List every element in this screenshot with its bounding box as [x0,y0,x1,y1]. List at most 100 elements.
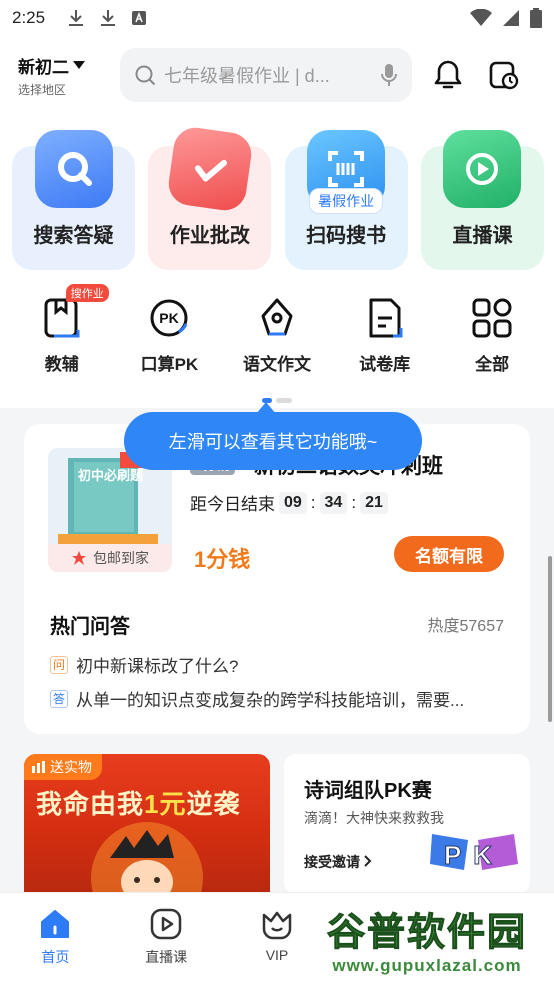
wifi-icon [470,9,492,26]
tab-label: 首页 [41,949,70,965]
scrollbar[interactable] [548,556,552,722]
feature-label: 试卷库 [359,355,411,374]
poem-pk-banner[interactable]: 诗词组队PK赛 滴滴！大神快来救救我 接受邀请 PK [284,754,530,894]
history-clock-icon [489,61,519,90]
feature-tiles: 搜索答疑 作业批改 暑假作业 扫码搜书 直播课 [12,124,544,270]
watermark-url: www.gupuxlazal.com [332,955,522,975]
tile-label: 作业批改 [169,225,250,247]
tile-label: 扫码搜书 [306,225,387,247]
qa-question[interactable]: 问 初中新课标改了什么? [50,652,500,677]
free-shipping-strip: 包邮到家 [48,544,172,572]
countdown-separator: : [351,492,357,512]
qa-text: 从单一的知识点变成复杂的跨学科技能培训，需要... [76,691,465,710]
search-icon [135,65,156,86]
feature-label: 教辅 [44,355,79,374]
hot-qa-title[interactable]: 热门问答 [50,610,130,639]
feature-label: 语文作文 [242,355,311,374]
feature-label: 全部 [475,355,510,374]
download-icon [101,10,116,26]
history-button[interactable] [484,55,524,95]
status-bar: 2:25 [0,0,554,36]
free-shipping-label: 包邮到家 [93,550,149,566]
watermark-title: 谷普软件园 [326,911,527,954]
question-mark-tag: 问 [50,655,68,674]
tile-badge: 暑假作业 [309,188,384,214]
feature-exam-bank[interactable]: 试卷库 [335,296,435,375]
grade-label: 新初二 [18,57,69,77]
star-icon [72,551,86,565]
tile-label: 直播课 [452,225,513,247]
qa-text: 初中新课标改了什么? [76,657,239,676]
answer-mark-tag: 答 [50,689,68,708]
qa-answer[interactable]: 答 从单一的知识点变成复杂的跨学科技能培训，需要... [50,686,500,711]
promo-card: 初中必刷题 包邮到家 1分钱 新初二语数英冲刺班 距今日结束 09 : 34 :… [24,424,530,734]
swipe-tip-tooltip[interactable]: 左滑可以查看其它功能哦~ [124,402,422,470]
feature-all[interactable]: 全部 [442,296,542,375]
search-bar[interactable]: 七年级暑假作业 | d... [120,48,412,102]
battery-icon [530,8,542,28]
caret-down-icon [73,61,85,69]
book-cover-title: 初中必刷题 [78,468,144,483]
play-icon [443,130,522,208]
feature-row: 搜作业 教辅 PK 口算PK 语文作文 试卷库 全部 [0,284,554,375]
countdown-seconds: 21 [360,491,388,514]
countdown: 距今日结束 09 : 34 : 21 [190,490,388,515]
countdown-minutes: 34 [319,491,348,514]
tile-live-class[interactable]: 直播课 [420,130,544,270]
chevron-right-icon [364,855,372,867]
tab-label: 直播课 [145,949,188,965]
download-icon [69,10,84,26]
character-illustration [91,822,203,894]
tab-home[interactable]: 首页 [0,893,111,984]
notification-bell[interactable] [428,55,468,95]
pk-flags-text: PK [444,840,504,870]
book-icon [44,298,80,338]
play-circle-icon [150,908,182,940]
pk-flags-illustration: PK [430,834,518,871]
grid-icon [472,298,512,338]
banner-tag-label: 送实物 [50,759,92,775]
tile-scan-book[interactable]: 暑假作业 扫码搜书 [284,130,408,270]
poem-pk-title: 诗词组队PK赛 [304,780,432,802]
search-icon [34,130,113,208]
countdown-label: 距今日结束 [190,495,275,514]
bar-chart-icon [32,761,45,773]
paper-icon [369,298,403,338]
svg-text:PK: PK [160,310,179,326]
app-notification-icon [132,11,147,25]
microphone-icon[interactable] [380,63,398,87]
countdown-hours: 09 [279,491,307,514]
tile-homework-check[interactable]: 作业批改 [148,124,272,270]
accept-invite-link[interactable]: 接受邀请 [304,852,372,872]
feature-badge: 搜作业 [65,284,109,302]
check-icon [165,124,254,214]
pen-nib-icon [261,298,293,336]
banner-tag: 送实物 [24,754,102,780]
feature-label: 口算PK [140,355,199,374]
limited-slots-button[interactable]: 名额有限 [394,536,504,572]
grade-selector[interactable]: 新初二 选择地区 [18,53,110,98]
promo-banner-left[interactable]: 送实物 我命由我1元逆袭 [24,754,270,894]
page-dot [276,398,292,403]
bell-icon [434,60,462,89]
signal-icon [503,10,519,26]
tab-live[interactable]: 直播课 [111,893,222,984]
poem-pk-subtitle: 滴滴！大神快来救救我 [304,810,444,826]
promo-price: 1分钱 [194,547,251,572]
feature-study-guide[interactable]: 搜作业 教辅 [12,284,112,375]
hot-qa-heat: 热度57657 [427,618,505,635]
feature-mental-math-pk[interactable]: PK 口算PK [119,296,219,375]
status-time: 2:25 [12,8,46,27]
banner-slogan: 我命由我1元逆袭 [36,789,241,819]
search-placeholder: 七年级暑假作业 | d... [164,66,330,86]
tab-label: VIP [265,947,289,963]
pk-icon: PK [150,299,188,337]
home-icon [41,910,70,938]
watermark-overlay: 谷普软件园 www.gupuxlazal.com [304,896,550,980]
feature-composition[interactable]: 语文作文 [227,296,327,375]
vip-crown-icon [262,911,292,940]
header: 新初二 选择地区 七年级暑假作业 | d... [0,40,554,110]
countdown-separator: : [310,492,316,512]
region-label: 选择地区 [18,82,67,97]
tile-search-answer[interactable]: 搜索答疑 [12,130,135,270]
